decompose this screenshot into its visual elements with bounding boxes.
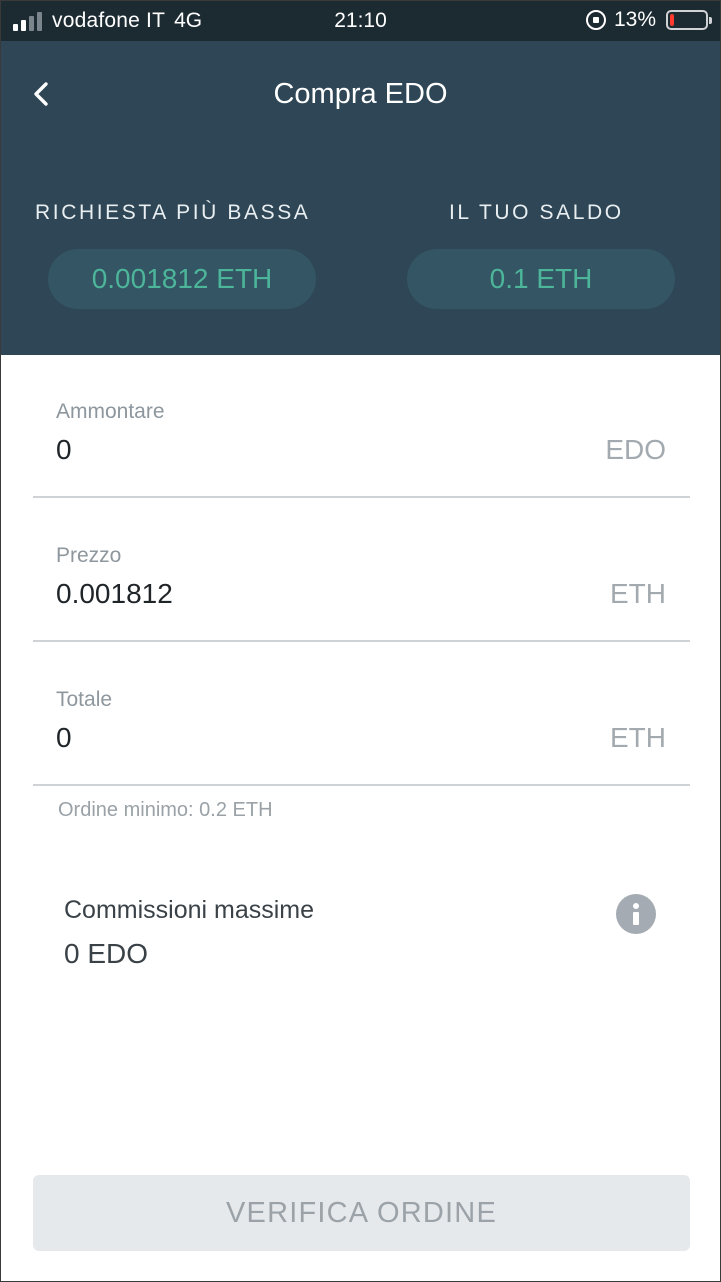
amount-field[interactable]: Ammontare EDO [33, 388, 690, 498]
battery-icon [666, 10, 712, 30]
header: Compra EDO RICHIESTA PIÙ BASSA IL TUO SA… [1, 41, 720, 355]
verify-order-button[interactable]: VERIFICA ORDINE [33, 1175, 690, 1251]
price-unit: ETH [610, 578, 666, 609]
max-fees-label: Commissioni massime [64, 896, 315, 924]
amount-unit: EDO [605, 434, 666, 465]
battery-level-fill [670, 14, 674, 26]
amount-input[interactable] [56, 434, 556, 466]
status-bar: vodafone IT 4G 21:10 13% [1, 1, 720, 41]
price-input[interactable] [56, 578, 556, 610]
rotation-lock-icon [585, 10, 606, 30]
battery-percent: 13% [613, 8, 656, 31]
app-screen: vodafone IT 4G 21:10 13% Compra EDO RICH… [0, 0, 721, 1282]
page-title: Compra EDO [273, 78, 448, 110]
balance-label: IL TUO SALDO [449, 201, 624, 224]
lowest-ask-label: RICHIESTA PIÙ BASSA [35, 201, 311, 224]
price-field[interactable]: Prezzo ETH [33, 532, 690, 642]
min-order-hint: Ordine minimo: 0.2 ETH [58, 799, 273, 821]
info-icon[interactable] [616, 894, 656, 934]
max-fees-value: 0 EDO [64, 938, 149, 969]
total-label: Totale [56, 688, 113, 711]
lowest-ask-badge[interactable]: 0.001812 ETH [48, 249, 316, 309]
balance-badge: 0.1 ETH [407, 249, 675, 309]
total-field[interactable]: Totale ETH [33, 676, 690, 786]
amount-label: Ammontare [56, 400, 165, 423]
total-input[interactable] [56, 722, 556, 754]
price-label: Prezzo [56, 544, 122, 567]
total-unit: ETH [610, 722, 666, 753]
status-right: 13% [585, 8, 712, 32]
